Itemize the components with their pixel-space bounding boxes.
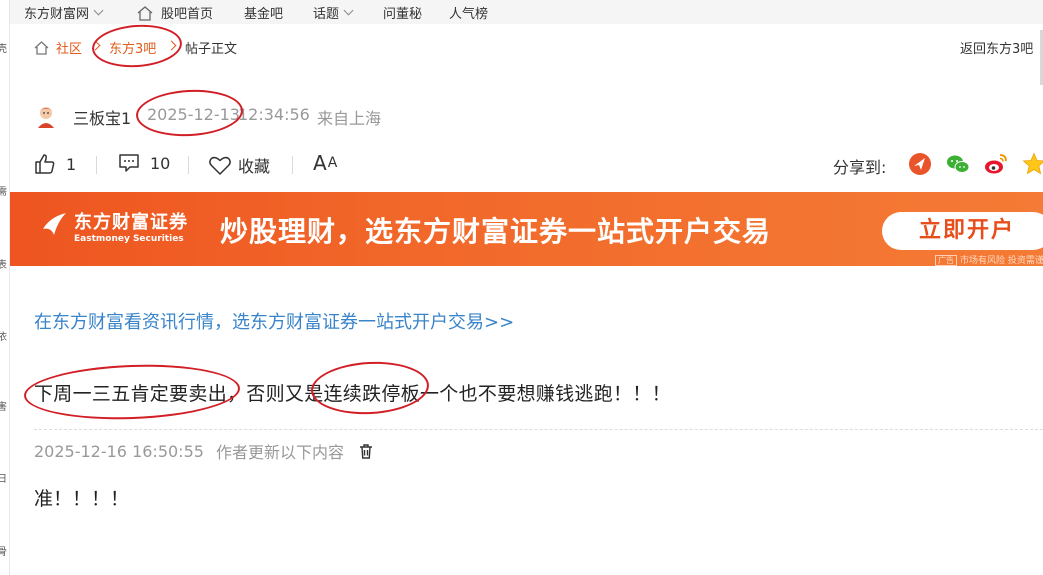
thumbs-up-icon [35,154,55,174]
chevron-down-icon [343,5,354,16]
home-icon [34,41,49,55]
nav-topics-menu[interactable]: 话题 [313,3,354,22]
guba-share-icon[interactable] [908,152,932,176]
post-date: 2025-12-13 [147,105,240,124]
back-to-bar-link[interactable]: 返回东方3吧 [960,38,1033,57]
nav-home-label: 股吧首页 [161,7,214,22]
nav-site-label: 东方财富网 [24,7,90,22]
chevron-right-icon [90,40,101,51]
comment-icon [119,154,139,172]
chevron-down-icon [93,5,104,16]
left-strip-glyph: 需 [0,187,7,198]
author-update-meta: 2025-12-16 16:50:55 作者更新以下内容 [34,439,374,463]
breadcrumb-bar[interactable]: 东方3吧 [109,38,156,57]
favorite-button[interactable]: 收藏 [208,153,270,177]
qzone-star-icon[interactable] [1022,152,1043,176]
comment-count: 10 [150,153,171,173]
nav-ask-label: 问董秘 [383,7,423,22]
home-icon [137,5,153,21]
nav-guba-home[interactable]: 股吧首页 [136,3,213,22]
eastmoney-logo-icon [43,213,66,235]
divider [292,156,293,174]
left-strip-glyph: 日 [0,474,7,485]
left-strip-glyph: 依 [0,332,7,343]
divider [96,156,97,174]
share-label: 分享到: [833,158,887,177]
left-strip-glyph: 表 [0,260,7,271]
ad-tag: 广告 [935,255,957,266]
breadcrumb-current: 帖子正文 [185,42,238,57]
avatar[interactable] [34,104,58,128]
font-size-small: A [327,155,338,171]
update-body: 准！！！！ [34,488,130,510]
chevron-right-icon [166,40,177,51]
left-strip-glyph: 壳 [0,44,7,55]
divider [188,156,189,174]
update-time: 2025-12-16 16:50:55 [34,441,204,461]
update-label: 作者更新以下内容 [215,443,344,462]
nav-rank-label: 人气榜 [449,7,489,22]
open-account-button[interactable]: 立即开户 [882,212,1043,250]
left-strip-glyph: 害 [0,402,7,413]
ad-note: 市场有风险 投资需谨慎 [960,256,1043,266]
banner-brand-en: Eastmoney Securities [74,234,184,244]
like-count: 1 [66,154,77,174]
ad-disclaimer: 广告市场有风险 投资需谨慎 [935,253,1043,266]
promo-link[interactable]: 在东方财富看资讯行情，选东方财富证券一站式开户交易>> [34,308,514,334]
comment-button[interactable]: 10 [118,153,170,173]
divider [34,429,1043,430]
author-name[interactable]: 三板宝1 [73,105,131,129]
heart-icon [209,156,231,175]
banner-brand: 东方财富证券 [74,212,188,233]
breadcrumb-community-label: 社区 [56,42,83,57]
nav-ask-secretary[interactable]: 问董秘 [383,3,422,22]
left-panel-edge: 壳 需 表 依 害 日 骨 [0,0,10,575]
nav-fund-label: 基金吧 [244,7,284,22]
top-nav: 东方财富网 股吧首页 基金吧 话题 问董秘 人气榜 [10,0,1043,24]
font-size-button[interactable]: A A [313,151,337,175]
nav-site-menu[interactable]: 东方财富网 [24,3,104,22]
breadcrumb-community[interactable]: 社区 [33,38,82,57]
font-size-large: A [313,151,327,175]
post-time: 12:34:56 [238,105,310,124]
ad-banner[interactable]: 东方财富证券 Eastmoney Securities 炒股理财，选东方财富证券… [10,192,1043,266]
trash-icon[interactable] [358,443,374,459]
banner-slogan: 炒股理财，选东方财富证券一站式开户交易 [220,215,772,248]
favorite-label: 收藏 [238,157,271,176]
left-strip-glyph: 骨 [0,547,7,558]
nav-fund-bar[interactable]: 基金吧 [244,3,283,22]
wechat-icon[interactable] [946,152,970,176]
nav-topic-label: 话题 [313,7,340,22]
post-body: 下周一三五肯定要卖出，否则又是连续跌停板一个也不要想赚钱逃跑！！！ [34,383,671,405]
like-button[interactable]: 1 [34,153,76,175]
nav-popularity-rank[interactable]: 人气榜 [449,3,488,22]
weibo-icon[interactable] [984,152,1008,176]
post-location: 来自上海 [317,109,382,128]
